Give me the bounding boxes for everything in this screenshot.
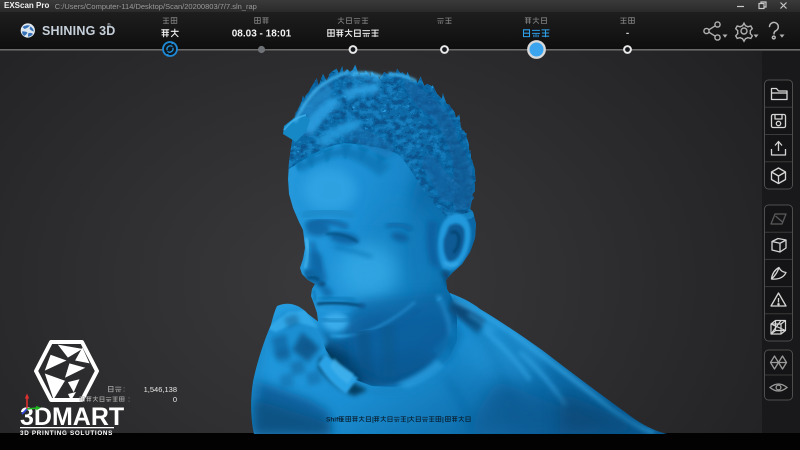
svg-text:08.03 - 18:01: 08.03 - 18:01 [232,29,292,40]
svg-text::: : [128,395,130,404]
svg-text:0: 0 [173,395,177,404]
svg-text:3D PRINTING SOLUTIONS: 3D PRINTING SOLUTIONS [20,430,113,437]
svg-text:1,546,138: 1,546,138 [144,385,177,394]
svg-text:|: | [372,417,374,424]
svg-text::: : [123,385,125,394]
svg-text:®: ® [107,22,111,29]
svg-text:|: | [442,417,444,424]
svg-text:|: | [407,417,409,424]
svg-text:3DMART: 3DMART [20,403,124,431]
svg-text:-: - [626,28,629,39]
svg-text:SHINING 3D: SHINING 3D [42,24,116,38]
